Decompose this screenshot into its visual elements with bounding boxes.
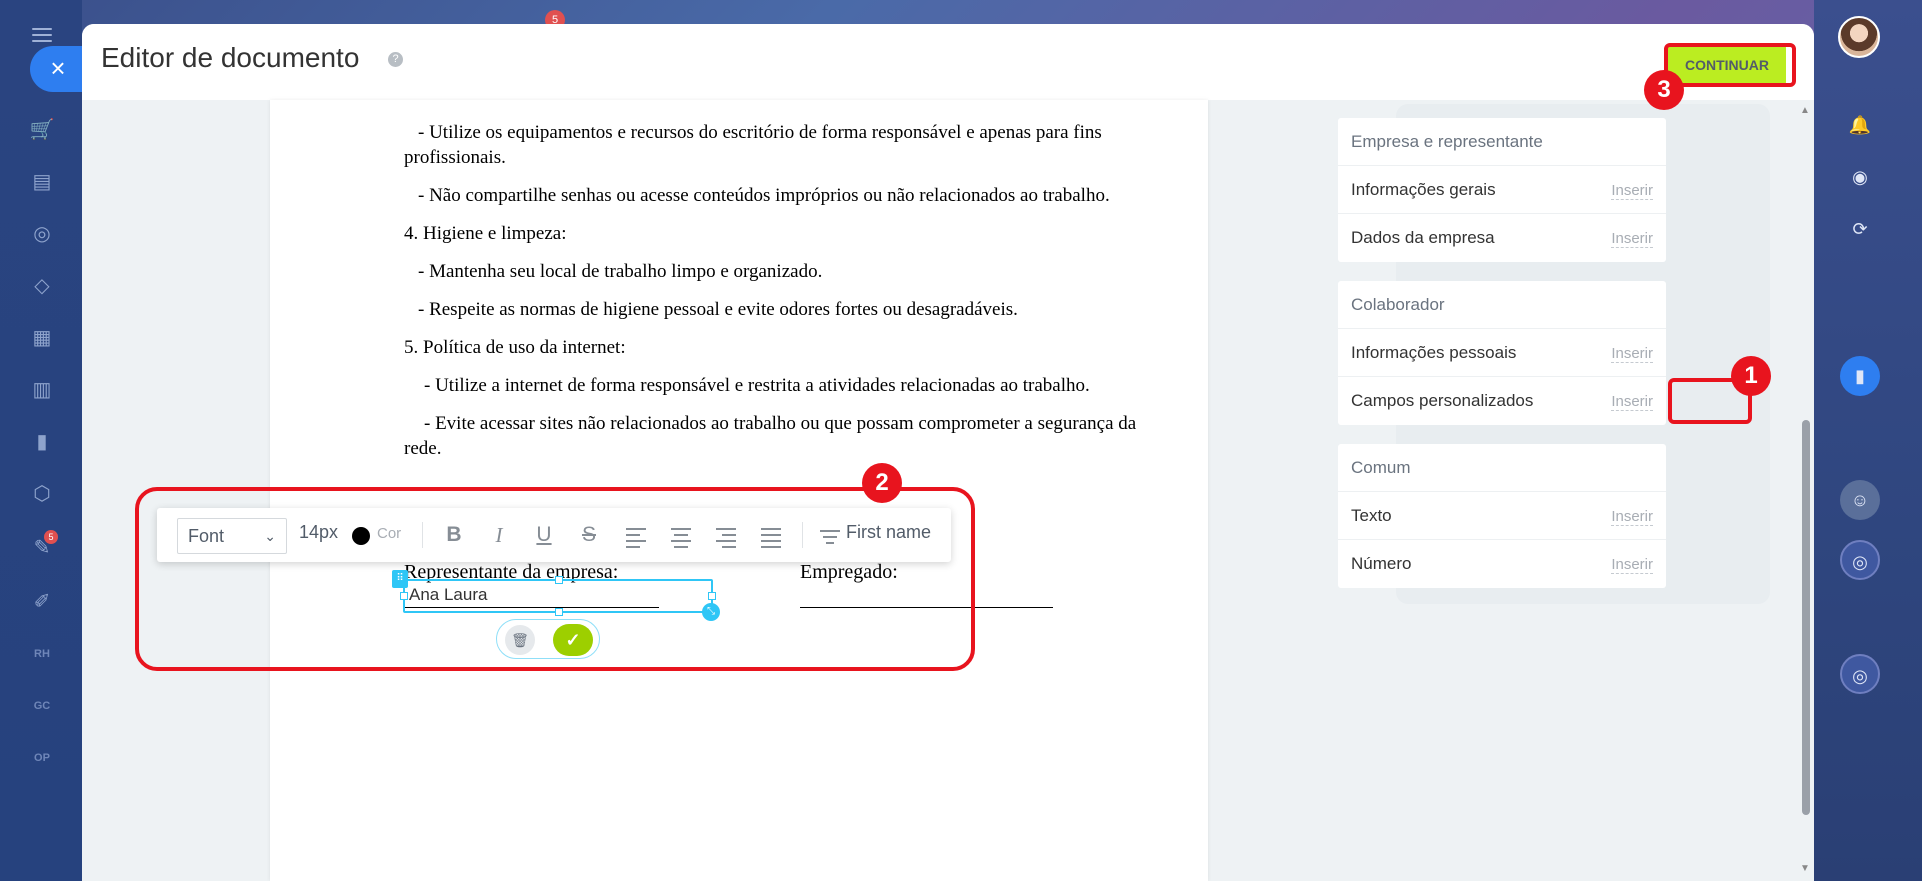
- doc-paragraph: - Utilize a internet de forma responsáve…: [424, 375, 1090, 396]
- help-icon[interactable]: ?: [388, 52, 403, 67]
- insert-link[interactable]: Inserir: [1611, 230, 1653, 248]
- annotation-number-2: 2: [862, 463, 902, 503]
- fingerprint-icon[interactable]: ◉: [1840, 157, 1880, 197]
- contact-card-icon[interactable]: ▤: [28, 168, 56, 196]
- field-row-label: Dados da empresa: [1351, 228, 1495, 247]
- documents-badge: 5: [44, 530, 58, 544]
- hamburger-menu-icon[interactable]: [32, 28, 52, 46]
- document-body: - Utilize os equipamentos e recursos do …: [404, 100, 1164, 474]
- field-row-label: Número: [1351, 554, 1412, 573]
- doc-paragraph: - Respeite as normas de higiene pessoal …: [418, 299, 1018, 320]
- field-row-custom-fields: Campos personalizados Inserir: [1338, 377, 1666, 425]
- insert-link[interactable]: Inserir: [1611, 556, 1653, 574]
- doc-paragraph: - Evite acessar sites não relacionados a…: [404, 413, 1137, 459]
- chat-avatar-s[interactable]: S: [0, 0, 1922, 18]
- field-row-number: Número Inserir: [1338, 540, 1666, 588]
- section-title: Empresa e representante: [1351, 132, 1543, 151]
- left-app-sidebar: 🛒 ▤ ◎ ◇ ▦ ▥ ▮ ⬡ ✎ 5 ✐ RH GC OP: [0, 0, 82, 881]
- field-row-label: Informações gerais: [1351, 180, 1496, 199]
- user-avatar[interactable]: [1838, 16, 1880, 58]
- scroll-up-arrow-icon[interactable]: ▲: [1798, 106, 1812, 116]
- robot-icon[interactable]: ◎: [28, 220, 56, 248]
- sync-icon[interactable]: ⟳: [1840, 209, 1880, 249]
- cut-off-line: [404, 100, 1164, 108]
- box-icon[interactable]: ◇: [28, 272, 56, 300]
- field-row-label: Campos personalizados: [1351, 391, 1534, 410]
- section-title: Colaborador: [1351, 295, 1445, 314]
- bookmark-icon[interactable]: ▮: [1840, 356, 1880, 396]
- sidebar-item-op[interactable]: OP: [28, 744, 56, 772]
- section-company: Empresa e representante Informações gera…: [1338, 118, 1666, 262]
- chat-group-icon-2[interactable]: ◎: [1840, 654, 1880, 694]
- insert-link[interactable]: Inserir: [1611, 508, 1653, 526]
- sidebar-item-gc[interactable]: GC: [28, 692, 56, 720]
- field-row-label: Texto: [1351, 506, 1392, 525]
- page-title: Editor de documento: [101, 42, 360, 73]
- section-common: Comum Texto Inserir Número Inserir: [1338, 444, 1666, 588]
- insert-link[interactable]: Inserir: [1611, 182, 1653, 200]
- annotation-number-3: 3: [1644, 70, 1684, 110]
- doc-heading: 5. Política de uso da internet:: [404, 337, 626, 358]
- doc-heading: 4. Higiene e limpeza:: [404, 223, 567, 244]
- pencil-icon[interactable]: ✐: [28, 588, 56, 616]
- bell-icon[interactable]: 🔔: [1840, 105, 1880, 145]
- chat-group-icon[interactable]: ◎: [1840, 540, 1880, 580]
- highlight-continue: [1664, 43, 1796, 87]
- section-employee: Colaborador Informações pessoais Inserir…: [1338, 281, 1666, 425]
- calendar-icon[interactable]: ▥: [28, 376, 56, 404]
- store-icon[interactable]: ▦: [28, 324, 56, 352]
- highlight-field-editor: [135, 487, 975, 671]
- hexagon-icon[interactable]: ⬡: [28, 480, 56, 508]
- field-row-personal-info: Informações pessoais Inserir: [1338, 329, 1666, 377]
- sidebar-item-rh[interactable]: RH: [28, 640, 56, 668]
- scrollbar-thumb[interactable]: [1802, 420, 1810, 815]
- doc-paragraph: - Utilize os equipamentos e recursos do …: [404, 122, 1102, 168]
- field-row-general-info: Informações gerais Inserir: [1338, 166, 1666, 214]
- field-row-text: Texto Inserir: [1338, 492, 1666, 540]
- doc-paragraph: - Mantenha seu local de trabalho limpo e…: [418, 261, 823, 282]
- doc-paragraph: - Não compartilhe senhas ou acesse conte…: [418, 185, 1110, 206]
- section-title: Comum: [1351, 458, 1411, 477]
- chart-icon[interactable]: ▮: [28, 428, 56, 456]
- field-row-label: Informações pessoais: [1351, 343, 1517, 362]
- cart-icon[interactable]: 🛒: [28, 116, 56, 144]
- field-row-company-data: Dados da empresa Inserir: [1338, 214, 1666, 262]
- scroll-down-arrow-icon[interactable]: ▼: [1798, 864, 1812, 874]
- dialog-header: Editor de documento ? CONTINUAR: [82, 24, 1814, 100]
- insert-link[interactable]: Inserir: [1611, 345, 1653, 363]
- insert-custom-fields-link[interactable]: Inserir: [1611, 393, 1653, 411]
- chat-avatar-photo[interactable]: ☺: [1840, 480, 1880, 520]
- close-button[interactable]: ×: [30, 46, 82, 92]
- annotation-number-1: 1: [1731, 356, 1771, 396]
